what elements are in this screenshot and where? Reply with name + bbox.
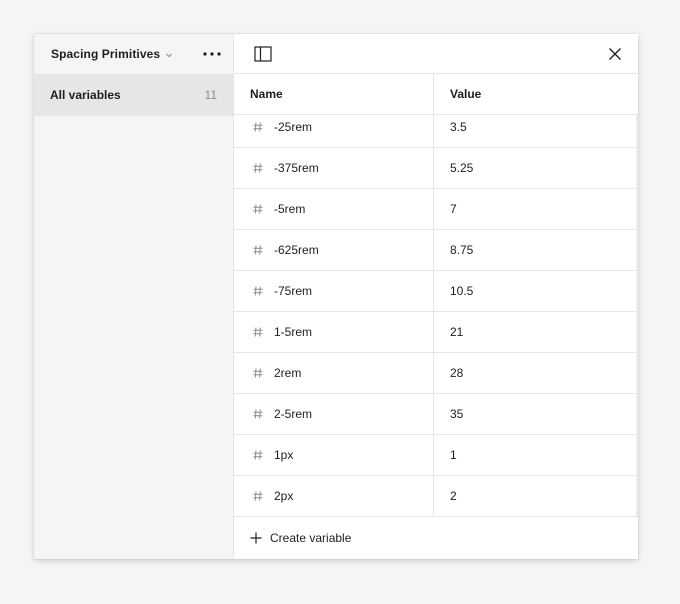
name-cell[interactable]: 2rem — [234, 353, 434, 393]
value-cell[interactable]: 10.5 — [434, 271, 638, 311]
more-options-button[interactable] — [201, 43, 223, 65]
hash-icon — [253, 327, 263, 337]
variable-name: -75rem — [274, 284, 313, 298]
create-variable-button[interactable]: Create variable — [234, 518, 638, 558]
name-cell[interactable]: 1-5rem — [234, 312, 434, 352]
table-row[interactable]: -5rem 7 — [234, 189, 638, 230]
variable-name: -25rem — [274, 120, 313, 134]
name-cell[interactable]: -25rem — [234, 115, 434, 147]
table-row[interactable]: 2-5rem 35 — [234, 394, 638, 435]
hash-icon — [253, 409, 263, 419]
sidebar-header: Spacing Primitives — [34, 34, 233, 74]
variables-panel: Spacing Primitives All variables 11 Name… — [34, 34, 638, 559]
value-header-label: Value — [450, 87, 482, 101]
variable-value: 7 — [450, 202, 457, 216]
sidebar: Spacing Primitives All variables 11 — [34, 34, 234, 559]
variable-value: 5.25 — [450, 161, 474, 175]
variable-value: 10.5 — [450, 284, 474, 298]
variable-name: 2px — [274, 489, 294, 503]
sidebar-item-count: 11 — [204, 88, 217, 102]
hash-icon — [253, 491, 263, 501]
close-button[interactable] — [604, 43, 626, 65]
table-row[interactable]: -625rem 8.75 — [234, 230, 638, 271]
sidebar-toggle-icon — [254, 45, 272, 62]
name-column-header: Name — [234, 74, 434, 114]
name-cell[interactable]: -75rem — [234, 271, 434, 311]
value-cell[interactable]: 3.5 — [434, 115, 638, 147]
variable-name: 2rem — [274, 366, 302, 380]
name-cell[interactable]: 2-5rem — [234, 394, 434, 434]
variable-name: 1-5rem — [274, 325, 313, 339]
hash-icon — [253, 245, 263, 255]
variable-name: -5rem — [274, 202, 306, 216]
plus-icon — [250, 532, 262, 544]
hash-icon — [253, 122, 263, 132]
variable-value: 2 — [450, 489, 457, 503]
create-variable-label: Create variable — [270, 531, 352, 545]
name-header-label: Name — [250, 87, 283, 101]
hash-icon — [253, 286, 263, 296]
value-cell[interactable]: 35 — [434, 394, 638, 434]
name-cell[interactable]: -5rem — [234, 189, 434, 229]
close-icon — [609, 47, 621, 60]
table-row[interactable]: -375rem 5.25 — [234, 148, 638, 189]
chevron-down-icon[interactable] — [164, 50, 174, 60]
value-cell[interactable]: 28 — [434, 353, 638, 393]
variable-value: 1 — [450, 448, 457, 462]
value-cell[interactable]: 21 — [434, 312, 638, 352]
sidebar-toggle-button[interactable] — [252, 43, 274, 65]
sidebar-item-label: All variables — [50, 88, 121, 102]
hash-icon — [253, 204, 263, 214]
name-cell[interactable]: 1px — [234, 435, 434, 475]
table-row[interactable]: 1-5rem 21 — [234, 312, 638, 353]
value-cell[interactable]: 5.25 — [434, 148, 638, 188]
variable-value: 8.75 — [450, 243, 474, 257]
table-row[interactable]: 2px 2 — [234, 476, 638, 517]
variable-value: 21 — [450, 325, 464, 339]
hash-icon — [253, 163, 263, 173]
value-cell[interactable]: 7 — [434, 189, 638, 229]
variable-name: -625rem — [274, 243, 319, 257]
variable-name: -375rem — [274, 161, 319, 175]
value-cell[interactable]: 2 — [434, 476, 638, 516]
scrollbar[interactable] — [636, 115, 638, 518]
table-row[interactable]: 2rem 28 — [234, 353, 638, 394]
table-row[interactable]: -25rem 3.5 — [234, 115, 638, 148]
hash-icon — [253, 450, 263, 460]
sidebar-item-all-variables[interactable]: All variables 11 — [34, 74, 233, 116]
main-area: Name Value -25rem 3.5 -375rem 5.25 -5rem… — [234, 34, 638, 559]
variable-name: 1px — [274, 448, 294, 462]
variable-value: 28 — [450, 366, 464, 380]
hash-icon — [253, 368, 263, 378]
value-cell[interactable]: 1 — [434, 435, 638, 475]
toolbar — [234, 34, 638, 74]
name-cell[interactable]: -625rem — [234, 230, 434, 270]
variable-name: 2-5rem — [274, 407, 313, 421]
more-horizontal-icon — [203, 52, 221, 56]
variables-list[interactable]: -25rem 3.5 -375rem 5.25 -5rem 7 -625rem … — [234, 115, 638, 518]
collection-name[interactable]: Spacing Primitives — [51, 47, 160, 61]
name-cell[interactable]: -375rem — [234, 148, 434, 188]
value-cell[interactable]: 8.75 — [434, 230, 638, 270]
table-row[interactable]: 1px 1 — [234, 435, 638, 476]
table-row[interactable]: -75rem 10.5 — [234, 271, 638, 312]
variable-value: 3.5 — [450, 120, 467, 134]
table-header: Name Value — [234, 74, 638, 115]
name-cell[interactable]: 2px — [234, 476, 434, 516]
value-column-header: Value — [434, 74, 638, 114]
variable-value: 35 — [450, 407, 464, 421]
